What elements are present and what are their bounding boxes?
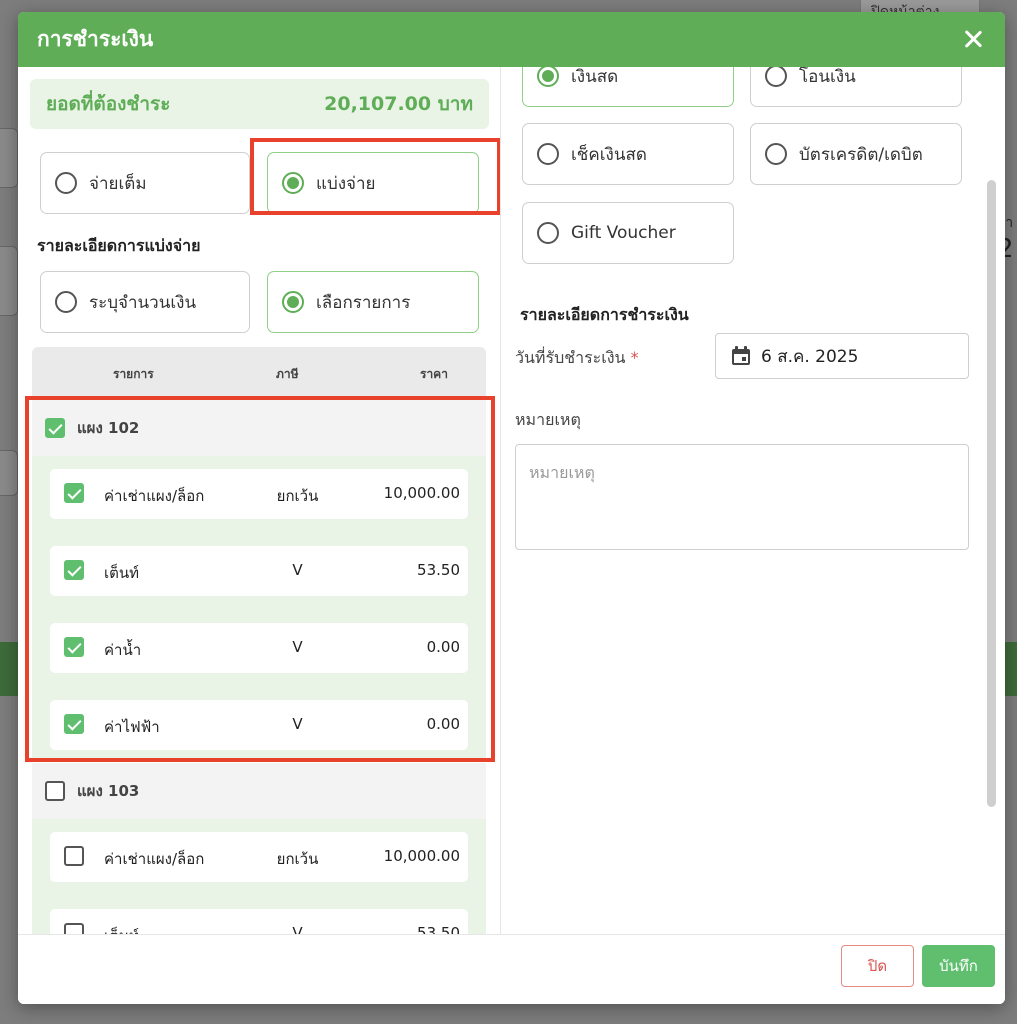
payment-date-value: 6 ส.ค. 2025 [761, 346, 859, 367]
header-item: รายการ [113, 367, 154, 381]
background-field [0, 450, 18, 496]
method-transfer[interactable]: โอนเงิน [750, 67, 962, 107]
checkbox-checked-icon[interactable] [64, 637, 84, 657]
option-specify-amount[interactable]: ระบุจำนวนเงิน [40, 271, 250, 333]
calendar-icon [731, 346, 751, 366]
note-textarea[interactable] [515, 444, 969, 550]
radio-icon [765, 67, 787, 87]
payment-details-title: รายละเอียดการชำระเงิน [520, 305, 689, 324]
table-row[interactable]: เต็นท์ V 53.50 [50, 909, 468, 934]
checkbox-unchecked-icon[interactable] [64, 846, 84, 866]
table-row[interactable]: ค่าน้ำ V 0.00 [50, 623, 468, 673]
total-due-box: ยอดที่ต้องชำระ 20,107.00 บาท [30, 79, 489, 129]
scrollbar[interactable] [987, 180, 996, 807]
method-credit-debit-card[interactable]: บัตรเครดิต/เดบิต [750, 123, 962, 185]
payment-date-label: วันที่รับชำระเงิน * [515, 348, 639, 367]
table-row[interactable]: เต็นท์ V 53.50 [50, 546, 468, 596]
option-split-payment[interactable]: แบ่งจ่าย [267, 152, 479, 214]
header-price: ราคา [420, 367, 448, 381]
method-cashier-cheque[interactable]: เช็คเงินสด [522, 123, 734, 185]
group-body-102: ค่าเช่าแผง/ล็อก ยกเว้น 10,000.00 เต็นท์ … [32, 456, 486, 760]
radio-selected-icon [537, 67, 559, 87]
radio-icon [537, 222, 559, 244]
checkbox-checked-icon[interactable] [64, 483, 84, 503]
background-field [0, 128, 18, 188]
total-due-value: 20,107.00 บาท [324, 93, 473, 115]
radio-selected-icon [282, 172, 304, 194]
method-cash[interactable]: เงินสด [522, 67, 734, 107]
checkbox-checked-icon[interactable] [45, 418, 65, 438]
save-button[interactable]: บันทึก [922, 945, 995, 987]
required-mark: * [630, 348, 639, 367]
checkbox-checked-icon[interactable] [64, 560, 84, 580]
background-field [0, 246, 18, 316]
right-column: เงินสด โอนเงิน เช็คเงินสด บัตรเครดิต/เดบ… [501, 67, 1005, 934]
radio-icon [55, 291, 77, 313]
group-row-102[interactable]: แผง 102 [32, 400, 486, 456]
total-due-label: ยอดที่ต้องชำระ [46, 93, 171, 115]
radio-icon [765, 143, 787, 165]
table-row[interactable]: ค่าไฟฟ้า V 0.00 [50, 700, 468, 750]
radio-selected-icon [282, 291, 304, 313]
close-icon[interactable] [961, 27, 985, 51]
items-table-header: รายการ ภาษี ราคา [32, 347, 486, 399]
group-row-103[interactable]: แผง 103 [32, 763, 486, 819]
left-column: ยอดที่ต้องชำระ 20,107.00 บาท จ่ายเต็ม แบ… [18, 67, 500, 934]
radio-icon [537, 143, 559, 165]
modal-header: การชำระเงิน [18, 12, 1005, 67]
modal-title: การชำระเงิน [37, 27, 154, 51]
modal-footer: ปิด บันทึก [18, 934, 1005, 1004]
option-full-payment[interactable]: จ่ายเต็ม [40, 152, 250, 214]
payment-modal: การชำระเงิน ยอดที่ต้องชำระ 20,107.00 บาท… [18, 12, 1005, 1004]
note-label: หมายเหตุ [515, 410, 581, 429]
group-body-103: ค่าเช่าแผง/ล็อก ยกเว้น 10,000.00 เต็นท์ … [32, 819, 486, 934]
method-gift-voucher[interactable]: Gift Voucher [522, 202, 734, 264]
table-row[interactable]: ค่าเช่าแผง/ล็อก ยกเว้น 10,000.00 [50, 469, 468, 519]
checkbox-unchecked-icon[interactable] [64, 923, 84, 934]
table-row[interactable]: ค่าเช่าแผง/ล็อก ยกเว้น 10,000.00 [50, 832, 468, 882]
close-button[interactable]: ปิด [841, 945, 914, 987]
header-vat: ภาษี [276, 367, 299, 381]
checkbox-unchecked-icon[interactable] [45, 781, 65, 801]
split-details-title: รายละเอียดการแบ่งจ่าย [37, 236, 201, 255]
radio-icon [55, 172, 77, 194]
payment-date-input[interactable]: 6 ส.ค. 2025 [715, 333, 969, 379]
option-select-items[interactable]: เลือกรายการ [267, 271, 479, 333]
checkbox-checked-icon[interactable] [64, 714, 84, 734]
